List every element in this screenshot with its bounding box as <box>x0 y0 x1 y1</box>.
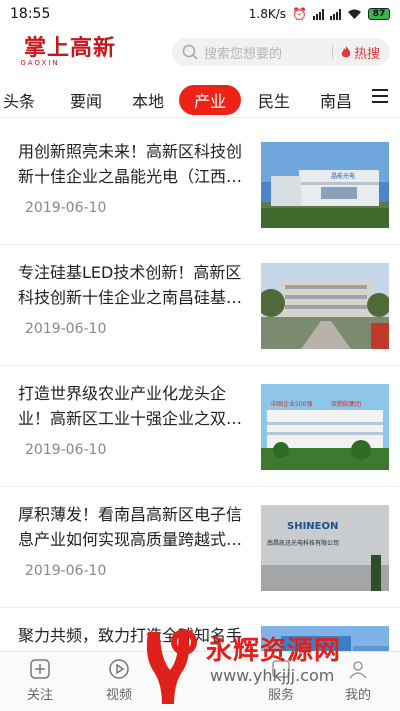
article-date: 2019-06-10 <box>25 563 107 579</box>
tab-nanchang[interactable]: 南昌 <box>314 85 358 115</box>
status-indicators: 1.8K/s ⏰ 87 <box>249 7 390 21</box>
nav-label: 关注 <box>26 688 53 703</box>
tab-label: 头条 <box>2 92 35 111</box>
logo-text: 掌上高新 <box>23 35 116 61</box>
article-title: 厚积薄发！看南昌高新区电子信息产业如何实现高质量跨越式… <box>18 505 243 549</box>
article-thumbnail <box>261 263 389 349</box>
tab-bendi[interactable]: 本地 <box>126 85 170 115</box>
watermark: 永辉资源网 www.yhkjjj.com <box>140 626 400 711</box>
plus-square-icon <box>29 658 51 680</box>
wifi-icon <box>348 9 361 19</box>
article-date: 2019-06-10 <box>25 321 107 337</box>
article-thumbnail: 晶能光电 <box>261 142 389 228</box>
hot-search-label: 热搜 <box>353 46 380 62</box>
list-item[interactable]: 厚积薄发！看南昌高新区电子信息产业如何实现高质量跨越式… 2019-06-10 … <box>0 487 400 608</box>
list-item[interactable]: 用创新照亮未来！高新区科技创新十佳企业之晶能光电（江西… 2019-06-10 … <box>0 124 400 245</box>
network-speed: 1.8K/s <box>248 7 287 21</box>
app-logo: 掌上高新 GAOXIN <box>10 35 130 69</box>
status-bar: 18:55 1.8K/s ⏰ 87 <box>0 0 400 28</box>
battery-icon: 87 <box>368 8 390 20</box>
hot-search-button[interactable]: 热搜 <box>341 43 380 62</box>
search-divider <box>331 45 333 59</box>
thumb-sign-text: 中国企业500强 <box>271 400 312 408</box>
app-header: 掌上高新 GAOXIN 搜索您想要的 热搜 <box>0 28 400 76</box>
article-title: 用创新照亮未来！高新区科技创新十佳企业之晶能光电（江西… <box>18 142 243 186</box>
article-date: 2019-06-10 <box>25 200 107 216</box>
search-bar[interactable]: 搜索您想要的 热搜 <box>172 38 390 66</box>
search-placeholder: 搜索您想要的 <box>204 46 283 62</box>
tab-chanye[interactable]: 产业 <box>179 85 241 115</box>
flame-icon <box>341 45 351 57</box>
article-title: 专注硅基LED技术创新！高新区科技创新十佳企业之南昌硅基… <box>18 263 243 307</box>
list-item[interactable]: 专注硅基LED技术创新！高新区科技创新十佳企业之南昌硅基… 2019-06-10 <box>0 245 400 366</box>
list-item[interactable]: 打造世界级农业产业化龙头企业！高新区工业十强企业之双… 2019-06-10 中… <box>0 366 400 487</box>
category-tabs: 头条 要闻 本地 产业 民生 南昌 <box>0 80 400 118</box>
search-icon <box>182 44 198 60</box>
alarm-icon: ⏰ <box>292 7 307 21</box>
watermark-text: 永辉资源网 <box>206 636 342 666</box>
signal-icon <box>313 8 324 20</box>
signal-icon-2 <box>330 8 341 20</box>
article-date: 2019-06-10 <box>25 442 107 458</box>
logo-subtext: GAOXIN <box>20 59 60 67</box>
watermark-logo-icon <box>146 629 197 704</box>
tab-label: 产业 <box>193 92 226 111</box>
nav-follow[interactable]: 关注 <box>10 658 70 703</box>
thumb-sign-text: 晶能光电 <box>331 172 355 180</box>
menu-icon[interactable] <box>372 89 388 103</box>
tab-yaowen[interactable]: 要闻 <box>64 85 108 115</box>
thumb-logo-text: SHINEON <box>287 521 338 532</box>
article-title: 打造世界级农业产业化龙头企业！高新区工业十强企业之双… <box>18 384 243 428</box>
thumb-sign-text: 南昌凯迅光电科技有限公司 <box>267 539 339 547</box>
play-circle-icon <box>108 658 130 680</box>
tab-toutiao[interactable]: 头条 <box>0 85 44 115</box>
article-list: 用创新照亮未来！高新区科技创新十佳企业之晶能光电（江西… 2019-06-10 … <box>0 124 400 711</box>
tab-label: 民生 <box>257 92 290 111</box>
tab-label: 要闻 <box>69 92 102 111</box>
thumb-sign-text: 双胞胎集团 <box>331 400 361 408</box>
article-thumbnail: SHINEON 南昌凯迅光电科技有限公司 <box>261 505 389 591</box>
nav-label: 视频 <box>105 688 132 703</box>
status-time: 18:55 <box>10 6 51 22</box>
article-thumbnail: 中国企业500强 双胞胎集团 <box>261 384 389 470</box>
tab-label: 南昌 <box>319 92 352 111</box>
tab-minsheng[interactable]: 民生 <box>252 85 296 115</box>
watermark-url: www.yhkjjj.com <box>210 666 335 685</box>
tab-label: 本地 <box>131 92 164 111</box>
